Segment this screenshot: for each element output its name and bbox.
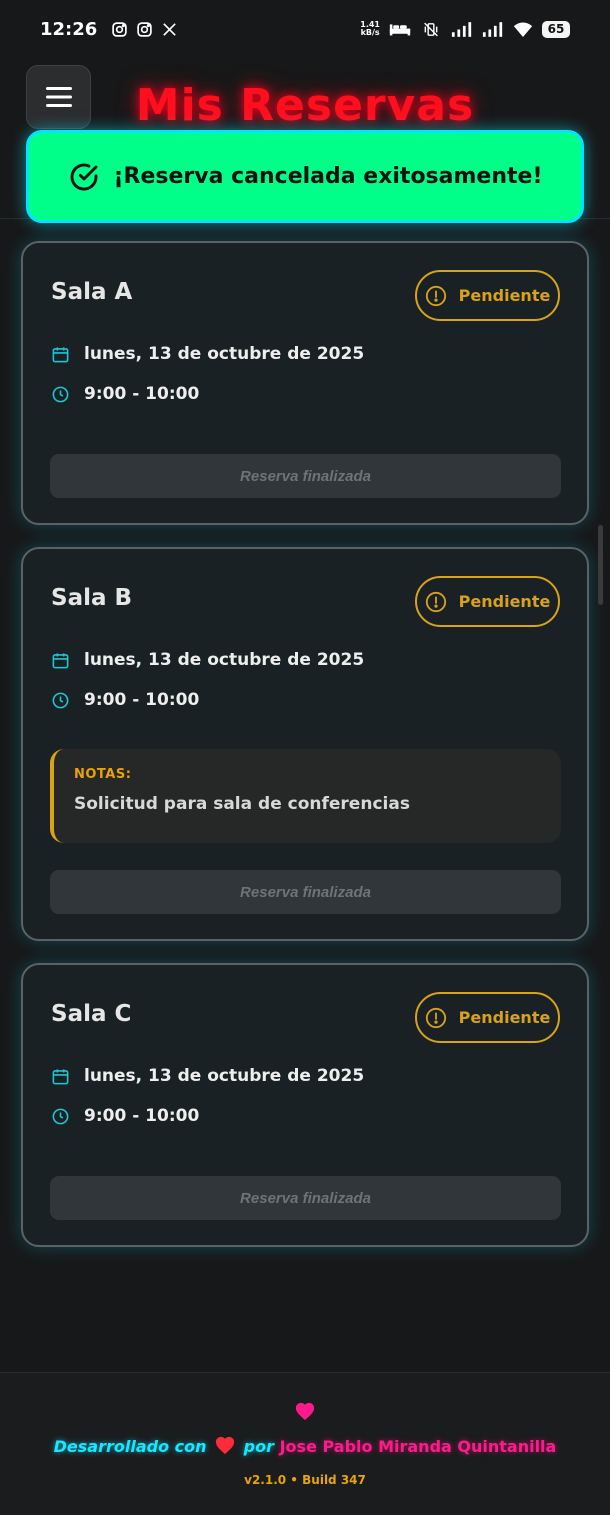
- status-label: Pendiente: [458, 592, 551, 611]
- alert-circle-icon: [425, 285, 446, 306]
- bed-icon: [389, 23, 411, 35]
- date-row: lunes, 13 de octubre de 2025: [51, 344, 364, 364]
- clock-icon: [52, 1108, 69, 1124]
- time-row: 9:00 - 10:00: [51, 384, 199, 404]
- date-row: lunes, 13 de octubre de 2025: [51, 650, 364, 670]
- finished-button[interactable]: Reserva finalizada: [50, 1176, 561, 1220]
- clock: 12:26: [40, 18, 98, 40]
- scrollbar[interactable]: [598, 525, 603, 605]
- page-title: Mis Reservas: [135, 80, 475, 131]
- status-label: Pendiente: [458, 286, 551, 305]
- calendar-icon: [52, 1068, 69, 1084]
- instagram-icon: [137, 21, 153, 37]
- time-row: 9:00 - 10:00: [51, 690, 199, 710]
- reservation-card: Sala C Pendiente lunes, 13 de octubre de…: [21, 963, 589, 1247]
- status-bar: 12:26 1.41 kB/s 65: [0, 0, 610, 58]
- room-name: Sala B: [51, 585, 133, 611]
- footer: Desarrollado con por Jose Pablo Miranda …: [0, 1372, 610, 1515]
- battery-icon: 65: [542, 20, 570, 38]
- alert-circle-icon: [425, 1007, 446, 1028]
- check-circle-icon: [70, 163, 97, 190]
- vibrate-off-icon: [424, 22, 438, 36]
- reservation-time: 9:00 - 10:00: [84, 1106, 200, 1126]
- author-name: Jose Pablo Miranda Quintanilla: [279, 1437, 557, 1456]
- reservation-card: Sala A Pendiente lunes, 13 de octubre de…: [21, 241, 589, 525]
- reservation-time: 9:00 - 10:00: [84, 690, 200, 710]
- toast-message: ¡Reserva cancelada exitosamente!: [113, 164, 543, 189]
- wifi-icon: [513, 22, 533, 37]
- status-badge: Pendiente: [415, 992, 560, 1043]
- status-badge: Pendiente: [415, 270, 560, 321]
- success-toast: ¡Reserva cancelada exitosamente!: [26, 130, 584, 223]
- status-badge: Pendiente: [415, 576, 560, 627]
- x-icon: [163, 22, 177, 36]
- instagram-icon: [112, 21, 128, 37]
- notes-label: NOTAS:: [74, 767, 132, 782]
- clock-icon: [52, 692, 69, 708]
- reservation-date: lunes, 13 de octubre de 2025: [84, 650, 365, 670]
- notes-text: Solicitud para sala de conferencias: [74, 794, 410, 814]
- room-name: Sala A: [51, 279, 133, 305]
- version-label: v2.1.0 • Build 347: [244, 1473, 366, 1487]
- reservation-date: lunes, 13 de octubre de 2025: [84, 1066, 365, 1086]
- reservation-time: 9:00 - 10:00: [84, 384, 200, 404]
- signal-icon: [482, 21, 503, 37]
- heart-icon: [216, 1436, 235, 1455]
- notes-box: NOTAS: Solicitud para sala de conferenci…: [50, 749, 561, 843]
- reservation-date: lunes, 13 de octubre de 2025: [84, 344, 365, 364]
- finished-button[interactable]: Reserva finalizada: [50, 454, 561, 498]
- heart-icon: [0, 1401, 610, 1425]
- room-name: Sala C: [51, 1001, 132, 1027]
- reservation-card: Sala B Pendiente lunes, 13 de octubre de…: [21, 547, 589, 941]
- network-speed: 1.41 kB/s: [360, 20, 380, 37]
- calendar-icon: [52, 346, 69, 362]
- time-row: 9:00 - 10:00: [51, 1106, 199, 1126]
- hamburger-menu-icon: [45, 87, 72, 107]
- alert-circle-icon: [425, 591, 446, 612]
- footer-credit: Desarrollado con por Jose Pablo Miranda …: [53, 1436, 557, 1456]
- clock-icon: [52, 386, 69, 402]
- date-row: lunes, 13 de octubre de 2025: [51, 1066, 364, 1086]
- status-label: Pendiente: [458, 1008, 551, 1027]
- signal-icon: [451, 21, 472, 37]
- calendar-icon: [52, 652, 69, 668]
- menu-button[interactable]: [26, 65, 91, 129]
- finished-button[interactable]: Reserva finalizada: [50, 870, 561, 914]
